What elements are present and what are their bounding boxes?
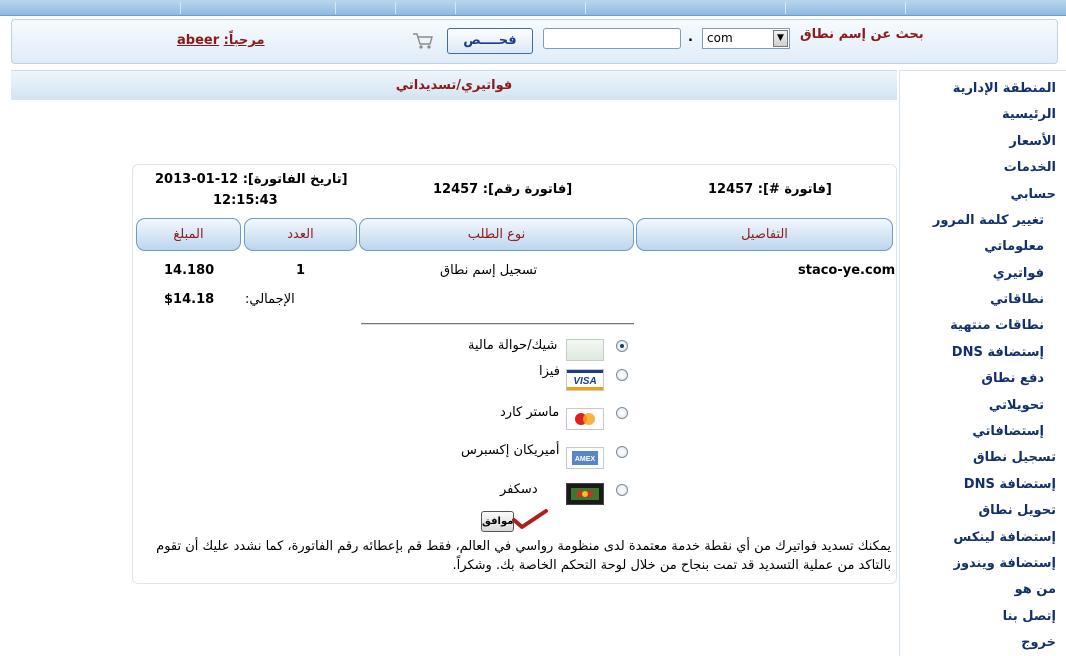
top-nav-bar — [0, 0, 1066, 16]
payment-option-visa[interactable]: VISA فيزا — [433, 364, 643, 393]
invoice-num-label: [فاتورة رقم]: — [482, 182, 573, 197]
sidebar-item-expired-domains[interactable]: نطاقات منتهية — [950, 318, 1044, 333]
row-domain-name: staco-ye.com — [798, 263, 896, 278]
tld-select[interactable]: com ▼ — [702, 28, 790, 49]
radio-mastercard[interactable] — [616, 407, 628, 419]
amex-icon: AMEX — [566, 447, 604, 469]
sidebar-item-my-transfers[interactable]: تحويلاتي — [989, 398, 1044, 413]
nav-separator — [180, 2, 181, 14]
welcome-prefix: مرحباً: — [223, 33, 265, 48]
sidebar-item-logout[interactable]: خروج — [1021, 635, 1056, 650]
row-amount: 14.180 — [164, 263, 215, 278]
invoice-num-field: [فاتورة رقم]: 12457 — [433, 182, 572, 197]
sidebar-item-admin-area[interactable]: المنطقة الإدارية — [953, 81, 1056, 96]
cart-icon[interactable] — [412, 31, 434, 51]
column-header-details: التفاصيل — [636, 218, 893, 251]
radio-cheque[interactable] — [616, 340, 628, 352]
invoice-time-value: 12:15:43 — [213, 193, 278, 208]
invoice-num-value: 12457 — [433, 182, 479, 197]
invoice-date-label: [تاريخ الفاتورة]: — [242, 172, 348, 187]
page-title: فواتيري/تسديداتي — [395, 78, 513, 93]
search-label: بحث عن إسم نطاق — [800, 27, 924, 42]
sidebar-menu: المنطقة الإدارية الرئيسية الأسعار الخدما… — [899, 70, 1066, 656]
invoice-number-field: [فاتورة #]: 12457 — [708, 182, 832, 197]
radio-discover[interactable] — [616, 484, 628, 496]
payment-option-amex[interactable]: AMEX أميريكان إكسبرس — [433, 443, 643, 471]
sidebar-item-contact[interactable]: إتصل بنا — [1003, 609, 1056, 624]
payment-option-mastercard[interactable]: ماستر كارد — [433, 405, 643, 432]
row-order-type: تسجيل إسم نطاق — [440, 263, 538, 278]
mastercard-icon — [566, 408, 604, 430]
nav-separator — [455, 2, 456, 14]
sidebar-item-dns-hosting-2[interactable]: إستضافة DNS — [964, 477, 1056, 492]
radio-visa[interactable] — [616, 369, 628, 381]
invoice-panel: [فاتورة #]: 12457 [فاتورة رقم]: 12457 [ت… — [132, 164, 897, 584]
welcome-text: مرحباً: abeer — [177, 33, 265, 48]
ok-button[interactable]: موافق — [481, 511, 514, 532]
nav-separator — [395, 2, 396, 14]
nav-separator — [335, 2, 336, 14]
sidebar-item-my-info[interactable]: معلوماتي — [984, 239, 1044, 254]
sidebar-item-my-hosting[interactable]: إستضافاتي — [972, 424, 1044, 439]
payment-label-visa: فيزا — [539, 364, 560, 379]
payment-label-amex: أميريكان إكسبرس — [461, 443, 560, 458]
payment-option-discover[interactable]: دسكفر — [433, 482, 643, 508]
sidebar-item-prices[interactable]: الأسعار — [1009, 134, 1056, 149]
nav-separator — [905, 2, 906, 14]
payment-note: يمكنك تسديد فواتيرك من أي نقطة خدمة معتم… — [156, 539, 891, 573]
sidebar-item-dns-hosting[interactable]: إستضافة DNS — [952, 345, 1044, 360]
total-value: $14.18 — [164, 292, 215, 307]
column-header-count: العدد — [244, 218, 357, 251]
sidebar-item-services[interactable]: الخدمات — [1004, 160, 1056, 175]
check-button[interactable]: فحــــص — [447, 28, 533, 54]
sidebar-item-windows-hosting[interactable]: إستضافة ويندوز — [953, 556, 1056, 571]
sidebar-item-my-invoices[interactable]: فواتيري — [993, 266, 1044, 281]
domain-search-bar: بحث عن إسم نطاق com ▼ . فحــــص مرحباً: … — [11, 19, 1058, 64]
cheque-icon — [566, 339, 604, 361]
column-header-amount: المبلغ — [136, 218, 241, 251]
svg-text:AMEX: AMEX — [575, 456, 596, 463]
sidebar-item-whois[interactable]: من هو — [1015, 582, 1056, 597]
chevron-down-icon[interactable]: ▼ — [773, 30, 788, 47]
column-header-order-type: نوع الطلب — [359, 218, 634, 251]
payment-option-cheque[interactable]: شيك/حوالة مالية — [433, 338, 643, 364]
nav-separator — [785, 2, 786, 14]
svg-text:VISA: VISA — [573, 376, 596, 387]
sidebar-item-change-password[interactable]: تغيير كلمة المرور — [933, 213, 1044, 228]
checkmark-icon — [512, 509, 548, 529]
sidebar-item-my-account[interactable]: حسابي — [1010, 187, 1056, 202]
radio-amex[interactable] — [616, 446, 628, 458]
content-header: فواتيري/تسديداتي — [11, 70, 897, 100]
invoice-date-field: [تاريخ الفاتورة]: 12-01-2013 — [155, 172, 348, 187]
payment-label-discover: دسكفر — [500, 482, 538, 497]
dot-separator: . — [688, 30, 693, 45]
total-label: الإجمالي: — [245, 292, 295, 307]
sidebar-item-my-domains[interactable]: نطاقاتي — [990, 292, 1044, 307]
invoice-number-label: [فاتورة #]: — [757, 182, 832, 197]
nav-separator — [585, 2, 586, 14]
invoice-number-value: 12457 — [708, 182, 754, 197]
discover-icon — [566, 483, 604, 505]
visa-icon: VISA — [566, 369, 604, 391]
sidebar-item-pay-domain[interactable]: دفع نطاق — [981, 371, 1044, 386]
row-count: 1 — [296, 263, 306, 278]
sidebar-item-home[interactable]: الرئيسية — [1002, 107, 1056, 122]
domain-search-input[interactable] — [543, 28, 681, 49]
payment-label-cheque: شيك/حوالة مالية — [468, 338, 558, 353]
invoice-date-value: 12-01-2013 — [155, 172, 239, 187]
payment-label-mastercard: ماستر كارد — [500, 405, 560, 420]
divider — [361, 323, 634, 325]
sidebar-item-linux-hosting[interactable]: إستضافة لينكس — [953, 530, 1056, 545]
username-link[interactable]: abeer — [177, 33, 219, 48]
sidebar-item-register-domain[interactable]: تسجيل نطاق — [973, 450, 1056, 465]
sidebar-item-transfer-domain[interactable]: تحويل نطاق — [979, 503, 1056, 518]
tld-value: com — [707, 31, 733, 45]
